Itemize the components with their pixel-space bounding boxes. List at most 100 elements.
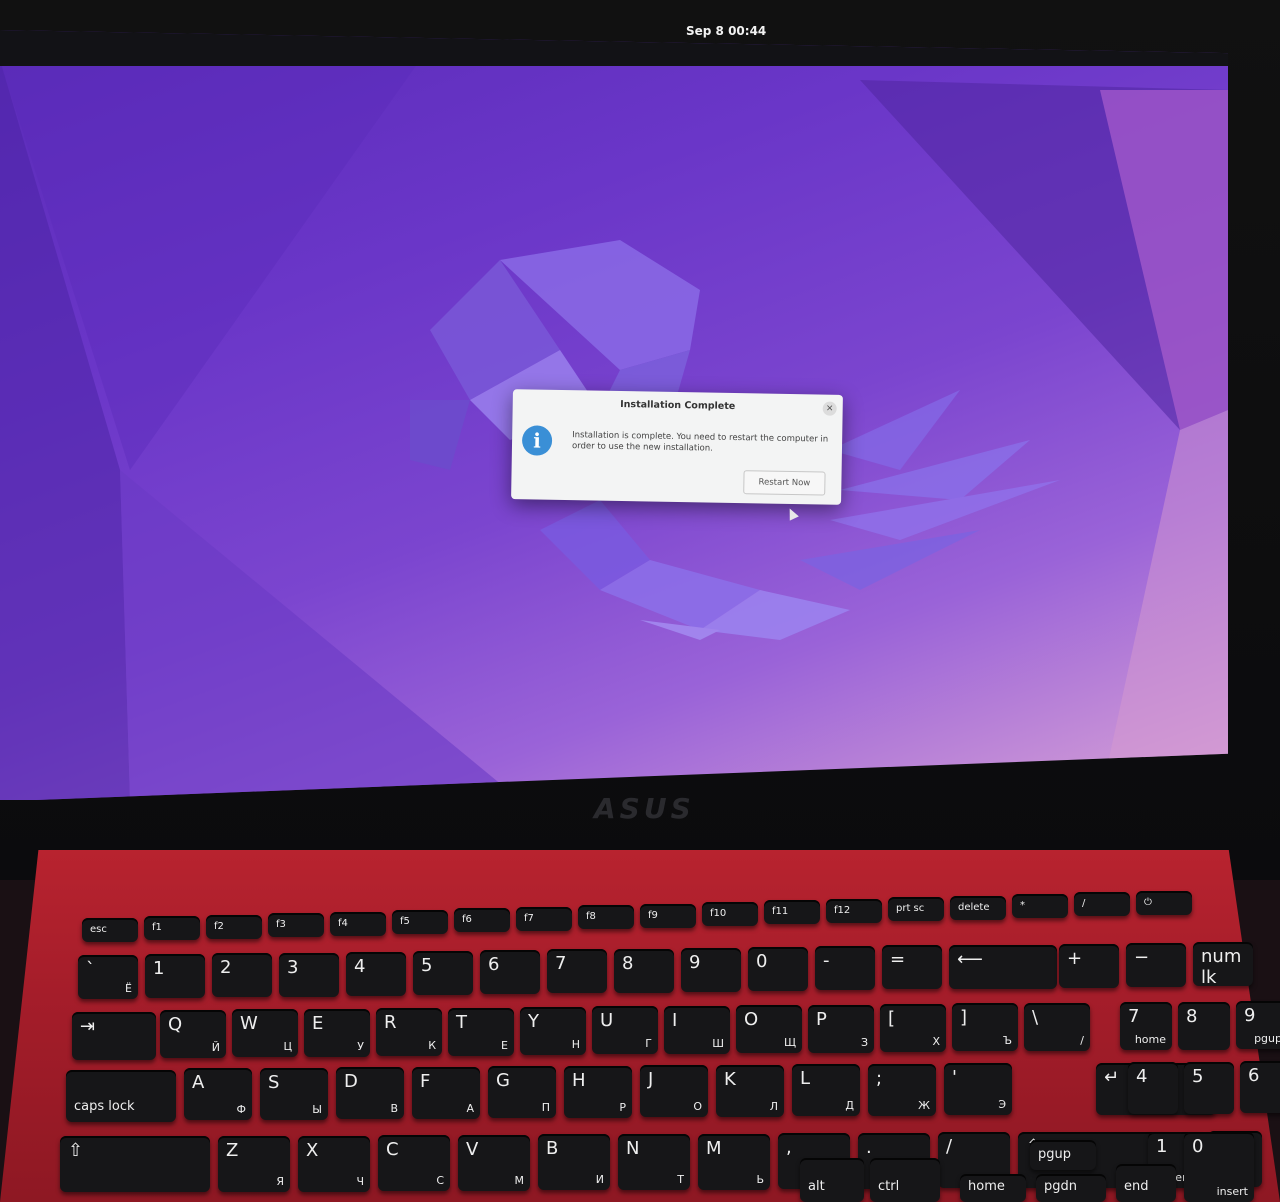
key-fn-8[interactable]: f8 — [578, 905, 634, 930]
key-home-12[interactable]: 4 — [1128, 1062, 1178, 1114]
key-top-4-sublabel: Е — [501, 1038, 508, 1052]
key-top-5[interactable]: YН — [520, 1007, 586, 1055]
key-fn-16-label: / — [1082, 898, 1086, 910]
key-num-7[interactable]: 7 — [547, 949, 607, 994]
key-bottom-1[interactable]: XЧ — [298, 1135, 370, 1192]
key-top-8[interactable]: OЩ — [736, 1005, 802, 1054]
key-top-1-label: W — [240, 1013, 258, 1035]
key-num-0-label: ` — [86, 959, 95, 980]
key-caps-lock[interactable]: caps lock — [66, 1070, 176, 1122]
key-bottom-2[interactable]: CС — [378, 1135, 450, 1192]
key-fn-2-label: f2 — [214, 920, 224, 932]
key-home-9-sublabel: Ж — [918, 1098, 930, 1112]
key-num-8[interactable]: 8 — [614, 948, 674, 993]
key-fn-2[interactable]: f2 — [206, 914, 262, 939]
key-num-4[interactable]: 4 — [346, 951, 406, 996]
key-top-14[interactable]: 8 — [1178, 1001, 1230, 1050]
key-fn-5[interactable]: f5 — [392, 910, 448, 934]
key-fn-9[interactable]: f9 — [640, 903, 696, 928]
key-home-10[interactable]: ' Э — [944, 1063, 1012, 1115]
key-fn-12[interactable]: f12 — [826, 898, 882, 923]
key-fn-11[interactable]: f11 — [764, 900, 820, 925]
key-num-15[interactable]: − — [1126, 943, 1186, 987]
key-num-14-label: + — [1067, 947, 1083, 969]
key-fn-17[interactable]: ⏻ — [1136, 890, 1192, 915]
key-fn-15[interactable]: * — [1012, 894, 1068, 918]
key-bottom-4[interactable]: BИ — [538, 1134, 610, 1191]
key-num-16[interactable]: num lk — [1193, 942, 1253, 988]
key-fn-6[interactable]: f6 — [454, 908, 510, 933]
key-home-1[interactable]: SЫ — [260, 1067, 328, 1120]
key-top-10[interactable]: [Х — [880, 1004, 946, 1052]
key-fn-10[interactable]: f10 — [702, 902, 758, 926]
key-fn-0[interactable]: esc — [82, 918, 138, 942]
key-top-11[interactable]: ] Ъ — [952, 1003, 1018, 1052]
key-num-1[interactable]: 1 — [145, 954, 205, 999]
key-num-0-sublabel: Ё — [125, 982, 132, 995]
key-top-12[interactable]: \ / — [1024, 1002, 1090, 1051]
key-home-13[interactable]: 5 — [1184, 1061, 1234, 1114]
key-top-4[interactable]: TЕ — [448, 1007, 514, 1056]
key-top-1[interactable]: WЦ — [232, 1009, 298, 1058]
key-bottom-0[interactable]: ZЯ — [218, 1136, 290, 1192]
key-fn-14[interactable]: delete — [950, 895, 1006, 920]
key-home-7[interactable]: KЛ — [716, 1064, 784, 1117]
key-bottom-3[interactable]: VМ — [458, 1134, 530, 1191]
key-num-9[interactable]: 9 — [681, 947, 741, 992]
key-top-9[interactable]: PЗ — [808, 1004, 874, 1053]
key-home[interactable]: home — [960, 1174, 1026, 1202]
key-shift-left[interactable]: ⇧ — [60, 1136, 210, 1192]
key-fn-3[interactable]: f3 — [268, 913, 324, 938]
key-insert-label: 0 — [1192, 1136, 1204, 1157]
key-insert-sublabel: insert — [1216, 1185, 1248, 1198]
key-fn-7[interactable]: f7 — [516, 906, 572, 931]
key-home-4[interactable]: GП — [488, 1066, 556, 1118]
key-num-3[interactable]: 3 — [279, 952, 339, 997]
key-num-10[interactable]: 0 — [748, 947, 808, 991]
key-home-9[interactable]: ; Ж — [868, 1063, 936, 1116]
key-top-6-label: U — [600, 1010, 614, 1032]
key-fn-16[interactable]: / — [1074, 892, 1130, 917]
key-top-3[interactable]: RК — [376, 1008, 442, 1057]
key-top-6[interactable]: UГ — [592, 1006, 658, 1055]
key-top-2[interactable]: EУ — [304, 1008, 370, 1057]
key-home-6[interactable]: JО — [640, 1065, 708, 1117]
key-home-0[interactable]: AФ — [184, 1068, 252, 1120]
key-home-14[interactable]: 6 — [1240, 1061, 1280, 1113]
key-home-5[interactable]: HР — [564, 1065, 632, 1118]
key-fn-1[interactable]: f1 — [144, 916, 200, 941]
key-num-13[interactable]: ⟵ — [949, 944, 1057, 989]
key-pgdn[interactable]: pgdn — [1036, 1174, 1106, 1202]
key-num-0[interactable]: ` Ё — [78, 955, 138, 999]
key-alt[interactable]: alt — [800, 1158, 864, 1202]
key-top-0-sublabel: Й — [211, 1041, 220, 1054]
key-num-7-label: 7 — [555, 953, 567, 975]
key-num-14[interactable]: + — [1059, 943, 1119, 988]
key-home-label: home — [968, 1179, 1005, 1194]
key-tab[interactable]: ⇥ — [72, 1012, 156, 1060]
key-top-5-label: Y — [528, 1011, 539, 1032]
key-top-13[interactable]: 7 home — [1120, 1002, 1172, 1051]
key-num-6[interactable]: 6 — [480, 950, 540, 995]
key-fn-13[interactable]: prt sc — [888, 897, 944, 922]
key-num-12[interactable]: = — [882, 945, 942, 990]
key-bottom-6[interactable]: MЬ — [698, 1133, 770, 1190]
key-insert[interactable]: 0 insert — [1184, 1132, 1254, 1202]
key-end[interactable]: end — [1116, 1164, 1176, 1202]
key-home-2[interactable]: DВ — [336, 1067, 404, 1119]
key-top-7[interactable]: IШ — [664, 1005, 730, 1054]
key-top-15[interactable]: 9 pgup — [1236, 1001, 1280, 1049]
key-fn-4[interactable]: f4 — [330, 911, 386, 936]
key-bottom-5[interactable]: NТ — [618, 1134, 690, 1190]
key-num-11[interactable]: - — [815, 946, 875, 991]
key-num-2[interactable]: 2 — [212, 953, 272, 998]
key-home-8[interactable]: LД — [792, 1064, 860, 1116]
key-home-8-sublabel: Д — [845, 1099, 854, 1112]
key-home-3[interactable]: FА — [412, 1066, 480, 1119]
key-home-13-label: 5 — [1192, 1065, 1204, 1087]
key-num-5[interactable]: 5 — [413, 951, 473, 995]
key-top-0[interactable]: QЙ — [160, 1010, 226, 1058]
key-home-12-label: 4 — [1136, 1066, 1148, 1087]
key-ctrl[interactable]: ctrl — [870, 1158, 940, 1202]
key-pgup[interactable]: pgup — [1030, 1140, 1096, 1170]
